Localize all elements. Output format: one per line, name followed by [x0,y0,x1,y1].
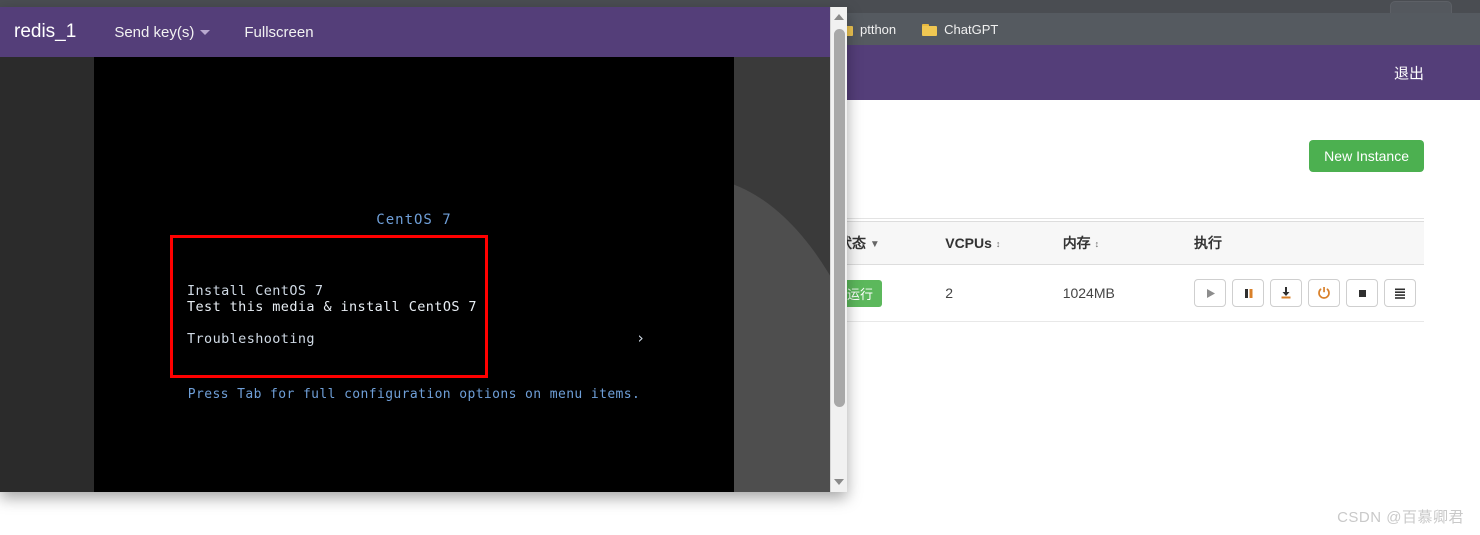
boot-menu-highlight-box: Install CentOS 7 Test this media & insta… [170,235,488,378]
boot-menu-item-troubleshooting[interactable]: Troubleshooting [187,331,315,347]
action-button-group [1194,279,1416,307]
fullscreen-button[interactable]: Fullscreen [244,24,313,41]
sort-down-icon: ▼ [869,238,880,250]
snapshot-button[interactable] [1270,279,1302,307]
boot-title: CentOS 7 [376,212,452,228]
column-header-memory[interactable]: 内存 ↕ [1062,221,1194,265]
pause-icon [1244,288,1252,298]
pause-button[interactable] [1232,279,1264,307]
scrollbar-thumb[interactable] [834,29,845,407]
boot-hint-text: Press Tab for full configuration options… [187,387,641,402]
send-keys-menu[interactable]: Send key(s) [114,23,211,41]
wallpaper-curve-shape [734,177,830,492]
sort-both-icon: ↕ [1094,238,1100,249]
new-instance-button[interactable]: New Instance [1309,140,1424,172]
bookmark-chatgpt[interactable]: ChatGPT [922,22,998,37]
power-icon [1318,287,1330,299]
vnc-modal-title: redis_1 [14,21,77,42]
bookmark-label: ptthon [860,21,897,37]
column-label-actions: 执行 [1194,235,1222,251]
start-button[interactable] [1194,279,1226,307]
download-icon [1281,287,1291,299]
column-header-actions: 执行 [1194,221,1424,265]
boot-menu-item-test-media[interactable]: Test this media & install CentOS 7 [187,299,477,315]
column-header-vcpus[interactable]: VCPUs ↕ [945,221,1063,265]
list-icon [1395,288,1405,299]
scroll-up-button[interactable] [831,9,847,25]
column-label-vcpus: VCPUs [945,235,992,251]
triangle-up-icon [834,14,844,20]
modal-vertical-scrollbar[interactable] [830,7,847,492]
logout-link[interactable]: 退出 [1394,62,1424,83]
vnc-modal-header: redis_1 Send key(s) Fullscreen [0,7,830,57]
column-label-memory: 内存 [1062,235,1091,251]
vnc-console-modal: redis_1 Send key(s) Fullscreen CentOS 7 … [0,7,847,492]
stop-button[interactable] [1346,279,1378,307]
cell-actions [1194,264,1424,322]
cell-vcpus: 2 [945,264,1063,322]
more-button[interactable] [1384,279,1416,307]
send-keys-label: Send key(s) [114,23,195,41]
bookmark-label: ChatGPT [944,21,999,37]
chevron-right-icon: › [636,329,646,347]
chevron-down-icon [200,29,211,35]
csdn-watermark: CSDN @百慕卿君 [1337,509,1464,526]
triangle-down-icon [834,479,844,485]
play-icon [1206,288,1215,298]
folder-icon [922,23,938,36]
sort-both-icon: ↕ [995,238,1001,249]
stop-icon [1358,289,1366,297]
scroll-down-button[interactable] [831,474,847,490]
vnc-canvas[interactable]: CentOS 7 Install CentOS 7 Test this medi… [94,57,734,492]
reboot-button[interactable] [1308,279,1340,307]
cell-memory: 1024MB [1062,264,1194,322]
vnc-modal-body: CentOS 7 Install CentOS 7 Test this medi… [0,57,830,492]
vnc-wallpaper-panel [734,57,830,492]
boot-menu-item-install[interactable]: Install CentOS 7 [187,283,323,299]
